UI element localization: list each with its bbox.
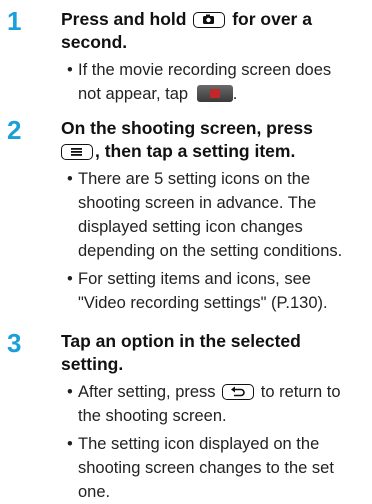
- list-item: • For setting items and icons, see "Video…: [67, 270, 328, 312]
- camera-key-icon: [193, 12, 226, 28]
- list-item: • If the movie recording screen does not …: [67, 61, 332, 103]
- list-item: • There are 5 setting icons on the shooti…: [67, 170, 343, 260]
- step-heading: Press and hold for over a second.: [61, 9, 312, 52]
- list-item: • After setting, press to return to the s…: [67, 383, 341, 425]
- step-heading: On the shooting screen, press , then tap…: [61, 118, 313, 161]
- step-number: 2: [7, 115, 22, 145]
- step-number: 1: [7, 6, 22, 36]
- step-heading: Tap an option in the selected setting.: [61, 331, 301, 374]
- step-number: 3: [7, 328, 22, 358]
- movie-mode-tab-icon: [196, 85, 233, 102]
- back-key-icon: [222, 384, 255, 400]
- menu-key-icon: [61, 144, 93, 160]
- list-item: • The setting icon displayed on the shoot…: [67, 435, 334, 501]
